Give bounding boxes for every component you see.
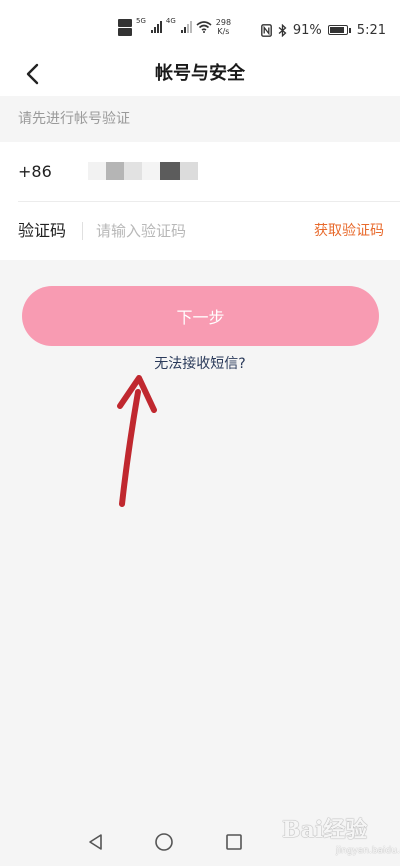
navigation-header: 帐号与安全 [0, 52, 400, 96]
net-speed-value: 298 [215, 18, 232, 27]
verification-form: +86 验证码 获取验证码 [0, 142, 400, 260]
net-speed: 298 K/s [216, 18, 231, 36]
phone-row: +86 [0, 142, 400, 201]
nfc-icon [260, 23, 272, 37]
wifi-icon [196, 21, 212, 33]
code-row: 验证码 获取验证码 [0, 202, 400, 260]
back-button[interactable] [18, 60, 46, 88]
field-separator [82, 222, 83, 240]
verification-hint: 请先进行帐号验证 [0, 96, 400, 142]
signal-type-2: 4G [165, 17, 176, 25]
masked-phone-number [88, 162, 200, 180]
square-recent-icon[interactable] [224, 832, 244, 852]
hd-badge-icon [118, 18, 132, 36]
battery-icon [327, 25, 351, 35]
page-title: 帐号与安全 [155, 63, 245, 84]
system-navigation-bar [0, 818, 400, 866]
circle-home-icon[interactable] [154, 832, 174, 852]
next-step-button[interactable]: 下一步 [22, 286, 379, 346]
battery-percent: 91% [292, 22, 322, 38]
annotation-arrow-icon [117, 375, 157, 507]
code-label: 验证码 [18, 221, 67, 240]
signal-strength-1-icon [150, 21, 162, 33]
cannot-receive-sms-link[interactable]: 无法接收短信? [0, 352, 400, 376]
triangle-back-icon[interactable] [86, 832, 106, 852]
verification-code-input[interactable] [96, 216, 296, 246]
signal-type-1: 5G [136, 17, 146, 25]
country-code: +86 [18, 162, 52, 181]
get-code-button[interactable]: 获取验证码 [314, 202, 384, 260]
status-bar-right: 91% 5:21 [260, 20, 386, 40]
signal-strength-2-icon [180, 21, 192, 33]
status-bar: 5G 4G 298 K/s 91% 5:21 [0, 0, 400, 52]
net-speed-unit: K/s [217, 27, 230, 36]
status-bar-left: 5G 4G 298 K/s [118, 17, 231, 37]
chevron-left-icon [26, 63, 39, 85]
bluetooth-icon [278, 23, 287, 37]
clock-time: 5:21 [356, 22, 386, 38]
